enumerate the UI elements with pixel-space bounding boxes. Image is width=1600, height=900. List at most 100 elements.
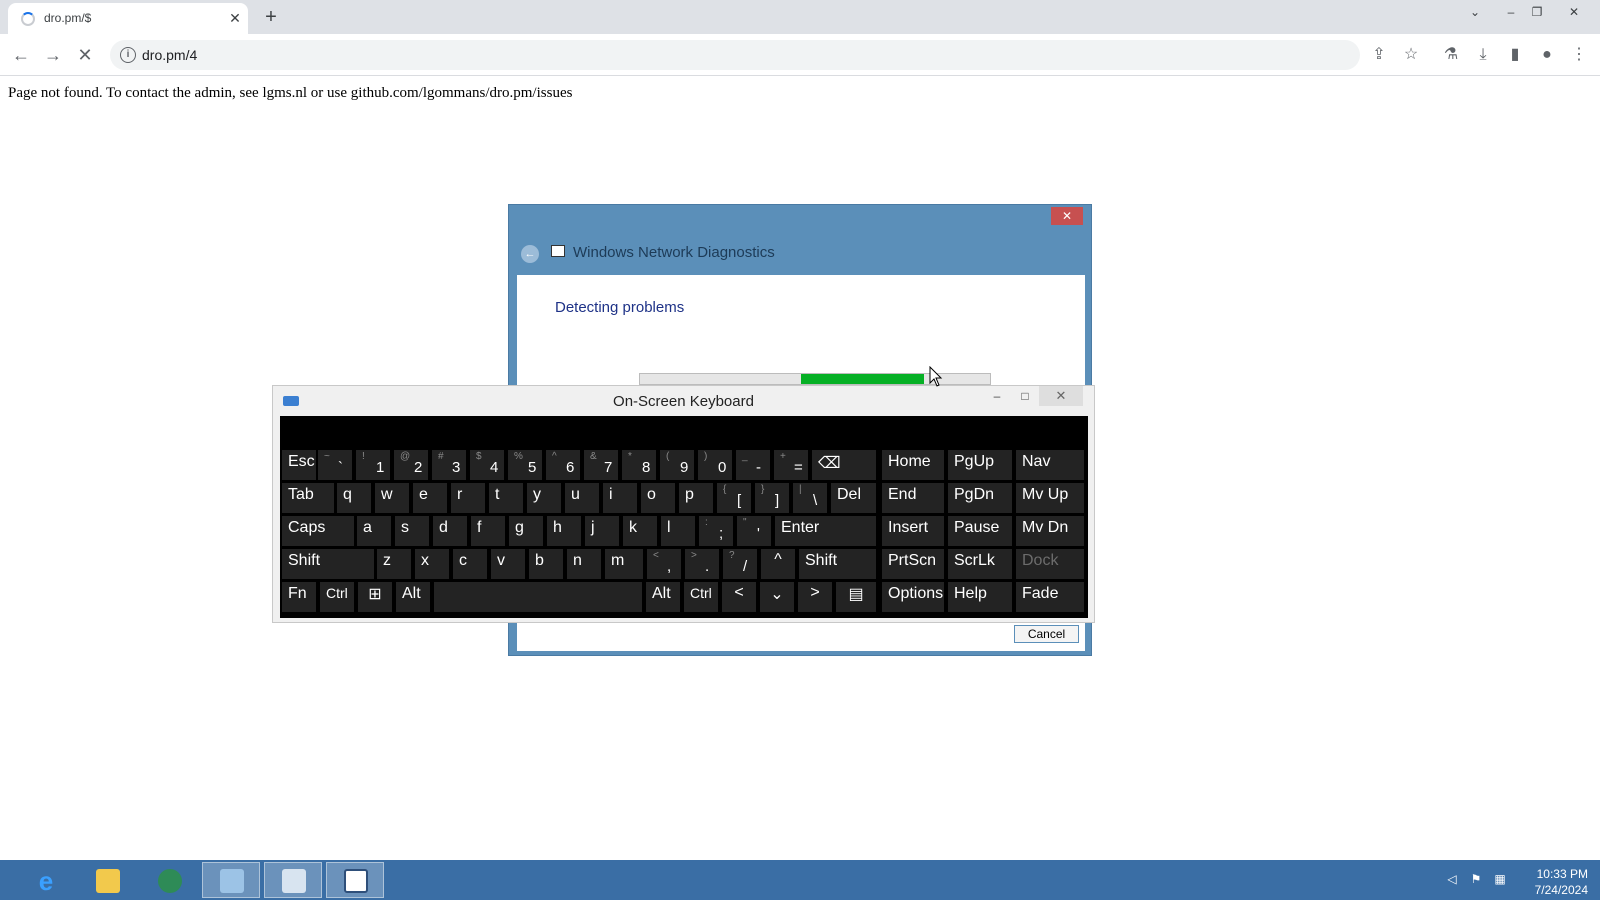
taskbar-remote-desktop[interactable] <box>264 862 322 898</box>
key-5[interactable]: % 5 <box>508 450 542 480</box>
key-b[interactable]: b <box>529 549 563 579</box>
key-6[interactable]: ^ 6 <box>546 450 580 480</box>
key-insert[interactable]: Insert <box>882 516 944 546</box>
key-right-arrow[interactable]: > <box>798 582 832 612</box>
menu-icon[interactable]: ⋮ <box>1566 42 1592 68</box>
key-3[interactable]: #3 <box>432 450 466 480</box>
key-7[interactable]: & 7 <box>584 450 618 480</box>
key-shift-left[interactable]: Shift <box>282 549 374 579</box>
key-ctrl-right[interactable]: Ctrl <box>684 582 718 612</box>
key-1[interactable]: ! 1 <box>356 450 390 480</box>
key-v[interactable]: v <box>491 549 525 579</box>
key-context-menu[interactable]: ▤ <box>836 582 876 612</box>
key-q[interactable]: q <box>337 483 371 513</box>
key-windows[interactable]: ⊞ <box>358 582 392 612</box>
key-9[interactable]: (9 <box>660 450 694 480</box>
key-prtscn[interactable]: PrtScn <box>882 549 944 579</box>
key-e[interactable]: e <box>413 483 447 513</box>
key-period[interactable]: >. <box>685 549 719 579</box>
key-backspace[interactable]: ⌫ <box>812 450 876 480</box>
key-mvup[interactable]: Mv Up <box>1016 483 1084 513</box>
key-right-bracket[interactable]: }] <box>755 483 789 513</box>
key-d[interactable]: d <box>433 516 467 546</box>
key-fn[interactable]: Fn <box>282 582 316 612</box>
back-arrow-icon[interactable]: ← <box>521 245 539 263</box>
cancel-button[interactable]: Cancel <box>1014 625 1079 643</box>
sidepanel-icon[interactable]: ▮ <box>1502 42 1528 68</box>
key-minus[interactable]: _ - <box>736 450 770 480</box>
key-i[interactable]: i <box>603 483 637 513</box>
osk-maximize-button[interactable]: □ <box>1013 386 1037 406</box>
key-c[interactable]: c <box>453 549 487 579</box>
back-icon[interactable]: ← <box>8 42 34 68</box>
volume-muted-icon[interactable]: ◁ <box>1444 872 1460 886</box>
key-equals[interactable]: + = <box>774 450 808 480</box>
key-home[interactable]: Home <box>882 450 944 480</box>
key-fade[interactable]: Fade <box>1016 582 1084 612</box>
key-t[interactable]: t <box>489 483 523 513</box>
info-icon[interactable]: i <box>120 47 136 63</box>
osk-minimize-button[interactable]: – <box>985 386 1009 406</box>
key-quote[interactable]: " ' <box>737 516 771 546</box>
window-minimize-button[interactable]: – <box>1498 2 1524 22</box>
key-w[interactable]: w <box>375 483 409 513</box>
key-alt-right[interactable]: Alt <box>646 582 680 612</box>
osk-close-button[interactable]: ✕ <box>1039 386 1083 406</box>
key-ctrl-left[interactable]: Ctrl <box>320 582 354 612</box>
forward-icon[interactable]: → <box>40 42 66 68</box>
key-pgup[interactable]: PgUp <box>948 450 1012 480</box>
key-h[interactable]: h <box>547 516 581 546</box>
key-a[interactable]: a <box>357 516 391 546</box>
key-nav[interactable]: Nav <box>1016 450 1084 480</box>
network-icon[interactable]: ▦ <box>1492 872 1508 886</box>
key-up-arrow[interactable]: ^ <box>761 549 795 579</box>
key-end[interactable]: End <box>882 483 944 513</box>
key-k[interactable]: k <box>623 516 657 546</box>
key-backtick[interactable]: ~ ` <box>318 450 352 480</box>
new-tab-button[interactable]: + <box>260 6 282 28</box>
key-enter[interactable]: Enter <box>775 516 876 546</box>
key-8[interactable]: * 8 <box>622 450 656 480</box>
key-alt-left[interactable]: Alt <box>396 582 430 612</box>
key-mvdn[interactable]: Mv Dn <box>1016 516 1084 546</box>
key-s[interactable]: s <box>395 516 429 546</box>
key-scrlk[interactable]: ScrLk <box>948 549 1012 579</box>
osk-titlebar[interactable]: On-Screen Keyboard – □ ✕ <box>273 386 1094 416</box>
key-g[interactable]: g <box>509 516 543 546</box>
key-slash[interactable]: ? / <box>723 549 757 579</box>
key-j[interactable]: j <box>585 516 619 546</box>
key-caps[interactable]: Caps <box>282 516 354 546</box>
system-clock[interactable]: 10:33 PM 7/24/2024 <box>1508 866 1588 898</box>
key-options[interactable]: Options <box>882 582 944 612</box>
action-center-flag-icon[interactable]: ⚑ <box>1468 872 1484 886</box>
share-icon[interactable]: ⇪ <box>1366 42 1392 68</box>
stop-icon[interactable]: ✕ <box>72 42 98 68</box>
taskbar-file-explorer[interactable] <box>78 862 136 898</box>
key-l[interactable]: l <box>661 516 695 546</box>
key-p[interactable]: p <box>679 483 713 513</box>
taskbar-internet-explorer[interactable]: e <box>16 862 74 898</box>
address-bar[interactable]: i dro.pm/4 <box>110 40 1360 70</box>
window-restore-button[interactable]: ❐ <box>1524 2 1550 22</box>
key-left-arrow[interactable]: < <box>722 582 756 612</box>
key-del[interactable]: Del <box>831 483 876 513</box>
window-close-button[interactable]: ✕ <box>1554 2 1594 22</box>
taskbar-control-panel[interactable] <box>202 862 260 898</box>
key-down-arrow[interactable]: ⌄ <box>760 582 794 612</box>
key-dock[interactable]: Dock <box>1016 549 1084 579</box>
key-esc[interactable]: Esc <box>282 450 316 480</box>
tab-search-dropdown-icon[interactable]: ⌄ <box>1462 2 1488 22</box>
key-u[interactable]: u <box>565 483 599 513</box>
key-help[interactable]: Help <box>948 582 1012 612</box>
key-semicolon[interactable]: :; <box>699 516 733 546</box>
key-m[interactable]: m <box>605 549 643 579</box>
key-0[interactable]: ) 0 <box>698 450 732 480</box>
key-z[interactable]: z <box>377 549 411 579</box>
taskbar-network-diagnostics[interactable] <box>326 862 384 898</box>
key-r[interactable]: r <box>451 483 485 513</box>
taskbar-network-globe[interactable] <box>140 862 198 898</box>
key-o[interactable]: o <box>641 483 675 513</box>
tab-close-icon[interactable]: ✕ <box>226 9 244 27</box>
key-tab[interactable]: Tab <box>282 483 334 513</box>
labs-icon[interactable]: ⚗ <box>1438 42 1464 68</box>
